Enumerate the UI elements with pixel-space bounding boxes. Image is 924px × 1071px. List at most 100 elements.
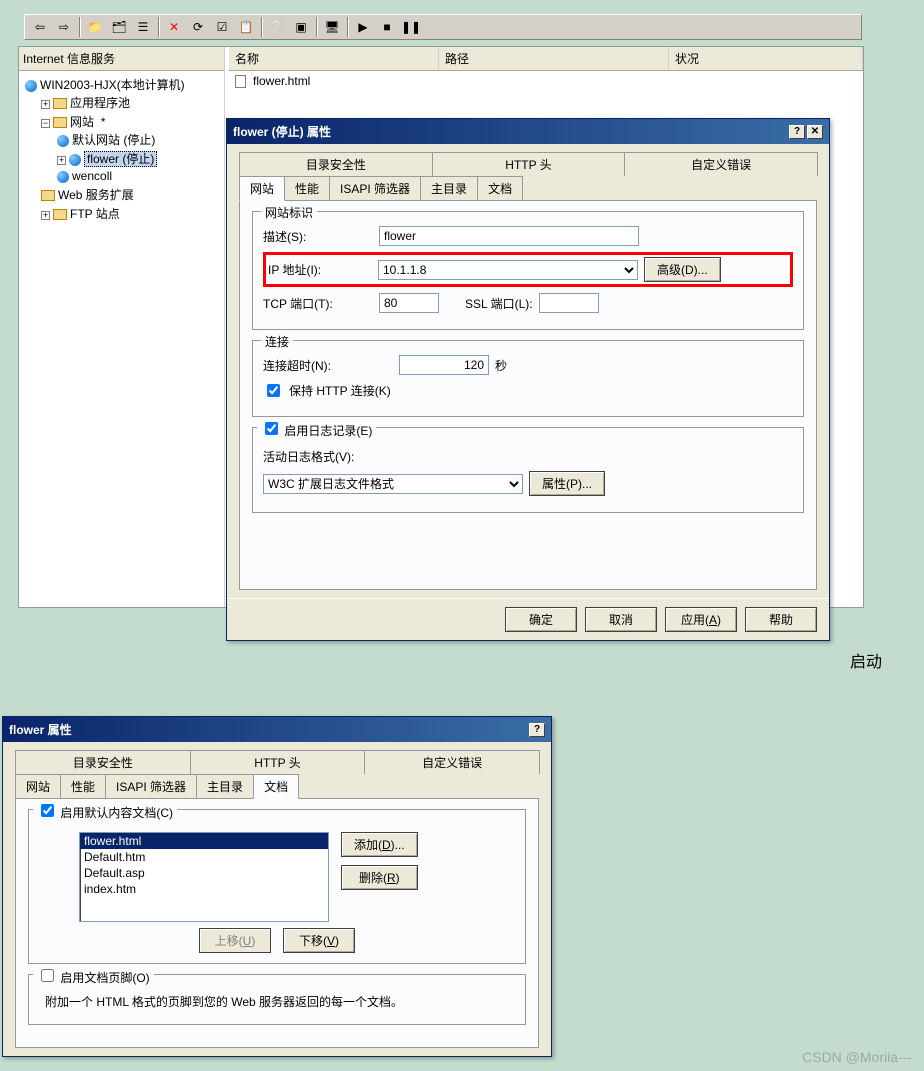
select-ip[interactable]: 10.1.1.8 bbox=[378, 260, 638, 280]
button-move-down[interactable]: 下移(V) bbox=[283, 928, 355, 953]
server-icon bbox=[25, 80, 37, 92]
tree-wencoll[interactable]: wencoll bbox=[72, 169, 112, 183]
tree-icon[interactable]: 🗂 bbox=[108, 16, 130, 38]
button-apply[interactable]: 应用(A) bbox=[665, 607, 737, 632]
pause-icon[interactable]: ❚❚ bbox=[400, 16, 422, 38]
select-log-format[interactable]: W3C 扩展日志文件格式 bbox=[263, 474, 523, 494]
legend-site-id: 网站标识 bbox=[261, 204, 317, 221]
fieldset-default-docs: 启用默认内容文档(C) flower.html Default.htm Defa… bbox=[28, 809, 526, 964]
list-item-name: flower.html bbox=[253, 74, 310, 88]
col-status[interactable]: 状况 bbox=[669, 47, 863, 70]
label-footer: 启用文档页脚(O) bbox=[60, 971, 149, 985]
tab-page-website: 网站标识 描述(S): IP 地址(I): 10.1.1.8 高级(D)... … bbox=[239, 200, 817, 590]
fieldset-site-id: 网站标识 描述(S): IP 地址(I): 10.1.1.8 高级(D)... … bbox=[252, 211, 804, 330]
tab-documents[interactable]: 文档 bbox=[253, 774, 299, 799]
site-icon bbox=[69, 154, 81, 166]
tab-row-1b: 目录安全性 HTTP 头 自定义错误 bbox=[15, 750, 539, 774]
tab-isapi[interactable]: ISAPI 筛选器 bbox=[105, 774, 197, 798]
tree-app-pool[interactable]: 应用程序池 bbox=[70, 96, 130, 110]
tree-ftp[interactable]: FTP 站点 bbox=[70, 207, 120, 221]
button-move-up[interactable]: 上移(U) bbox=[199, 928, 271, 953]
back-icon[interactable]: ⇦ bbox=[29, 16, 51, 38]
refresh-icon[interactable]: ⟳ bbox=[187, 16, 209, 38]
play-icon[interactable]: ▶ bbox=[352, 16, 374, 38]
input-ssl-port[interactable] bbox=[539, 293, 599, 313]
properties-dialog-1: flower (停止) 属性 ? ✕ 目录安全性 HTTP 头 自定义错误 网站… bbox=[226, 118, 830, 641]
tab-performance[interactable]: 性能 bbox=[60, 774, 106, 798]
tab-isapi[interactable]: ISAPI 筛选器 bbox=[329, 176, 421, 200]
dialog2-title: flower 属性 bbox=[9, 721, 72, 738]
tab-website[interactable]: 网站 bbox=[15, 774, 61, 798]
tab-custom-errors[interactable]: 自定义错误 bbox=[624, 152, 818, 176]
folder-icon bbox=[53, 98, 67, 109]
stop-icon[interactable]: ■ bbox=[376, 16, 398, 38]
legend-connection: 连接 bbox=[261, 333, 293, 350]
button-help[interactable]: 帮助 bbox=[745, 607, 817, 632]
dialog1-titlebar[interactable]: flower (停止) 属性 ? ✕ bbox=[227, 119, 829, 144]
delete-icon[interactable]: ✕ bbox=[163, 16, 185, 38]
expand-icon[interactable]: + bbox=[57, 156, 66, 165]
button-advanced[interactable]: 高级(D)... bbox=[644, 257, 721, 282]
button-delete[interactable]: 删除(R) bbox=[341, 865, 418, 890]
tab-home-dir[interactable]: 主目录 bbox=[196, 774, 254, 798]
list-item[interactable]: flower.html bbox=[229, 71, 863, 91]
folder-icon bbox=[53, 209, 67, 220]
tab-performance[interactable]: 性能 bbox=[284, 176, 330, 200]
tab-dir-security[interactable]: 目录安全性 bbox=[15, 750, 191, 774]
collapse-icon[interactable]: − bbox=[41, 119, 50, 128]
copy-icon[interactable]: 📋 bbox=[235, 16, 257, 38]
tab-website[interactable]: 网站 bbox=[239, 176, 285, 201]
checkbox-logging[interactable] bbox=[265, 422, 278, 435]
up-icon[interactable]: 📁 bbox=[84, 16, 106, 38]
button-add[interactable]: 添加(D)... bbox=[341, 832, 418, 857]
list-item[interactable]: Default.htm bbox=[80, 849, 328, 865]
tab-home-dir[interactable]: 主目录 bbox=[420, 176, 478, 200]
listbox-documents[interactable]: flower.html Default.htm Default.asp inde… bbox=[79, 832, 329, 922]
forward-icon[interactable]: ⇨ bbox=[53, 16, 75, 38]
help-button[interactable]: ? bbox=[789, 125, 805, 139]
help-button[interactable]: ? bbox=[529, 723, 545, 737]
button-cancel[interactable]: 取消 bbox=[585, 607, 657, 632]
button-ok[interactable]: 确定 bbox=[505, 607, 577, 632]
checkbox-default-docs[interactable] bbox=[41, 804, 54, 817]
list-icon[interactable]: ☰ bbox=[132, 16, 154, 38]
tab-row-2b: 网站 性能 ISAPI 筛选器 主目录 文档 bbox=[15, 774, 539, 798]
properties-icon[interactable]: ☑ bbox=[211, 16, 233, 38]
watermark: CSDN @Moriia--- bbox=[802, 1049, 912, 1065]
expand-icon[interactable]: + bbox=[41, 211, 50, 220]
col-name[interactable]: 名称 bbox=[229, 47, 439, 70]
tree[interactable]: WIN2003-HJX(本地计算机) +应用程序池 −网站 * 默认网站 (停止… bbox=[19, 71, 224, 228]
input-timeout[interactable] bbox=[399, 355, 489, 375]
site-icon bbox=[57, 135, 69, 147]
tree-flower-site[interactable]: flower (停止) bbox=[84, 151, 157, 167]
tree-panel: Internet 信息服务 WIN2003-HJX(本地计算机) +应用程序池 … bbox=[19, 47, 225, 607]
col-path[interactable]: 路径 bbox=[439, 47, 669, 70]
tree-default-site[interactable]: 默认网站 (停止) bbox=[72, 133, 155, 147]
list-item[interactable]: index.htm bbox=[80, 881, 328, 897]
input-tcp-port[interactable] bbox=[379, 293, 439, 313]
label-seconds: 秒 bbox=[495, 357, 507, 374]
computer-icon[interactable]: 🖥 bbox=[321, 16, 343, 38]
tree-root[interactable]: WIN2003-HJX(本地计算机) bbox=[40, 78, 185, 92]
tab-http-headers[interactable]: HTTP 头 bbox=[190, 750, 366, 774]
tab-dir-security[interactable]: 目录安全性 bbox=[239, 152, 433, 176]
close-button[interactable]: ✕ bbox=[807, 125, 823, 139]
label-description: 描述(S): bbox=[263, 228, 373, 245]
checkbox-footer[interactable] bbox=[41, 969, 54, 982]
tab-page-documents: 启用默认内容文档(C) flower.html Default.htm Defa… bbox=[15, 798, 539, 1048]
tree-web-ext[interactable]: Web 服务扩展 bbox=[58, 188, 134, 202]
input-description[interactable] bbox=[379, 226, 639, 246]
list-item[interactable]: flower.html bbox=[80, 833, 328, 849]
button-log-properties[interactable]: 属性(P)... bbox=[529, 471, 605, 496]
expand-icon[interactable]: + bbox=[41, 100, 50, 109]
dialog2-titlebar[interactable]: flower 属性 ? bbox=[3, 717, 551, 742]
tab-documents[interactable]: 文档 bbox=[477, 176, 523, 200]
tab-custom-errors[interactable]: 自定义错误 bbox=[364, 750, 540, 774]
tab-row-1: 目录安全性 HTTP 头 自定义错误 bbox=[239, 152, 817, 176]
checkbox-keep-alive[interactable] bbox=[267, 384, 280, 397]
list-item[interactable]: Default.asp bbox=[80, 865, 328, 881]
export-icon[interactable]: ▣ bbox=[290, 16, 312, 38]
tree-websites[interactable]: 网站 bbox=[70, 115, 94, 129]
tab-http-headers[interactable]: HTTP 头 bbox=[432, 152, 626, 176]
help-icon[interactable]: ❔ bbox=[266, 16, 288, 38]
